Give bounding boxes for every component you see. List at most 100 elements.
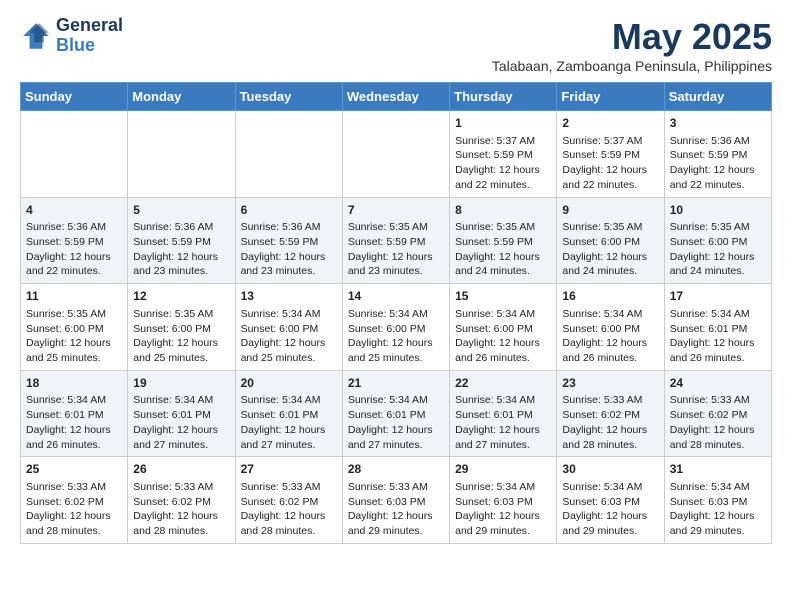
- cell-info: Sunset: 6:03 PM: [562, 495, 658, 510]
- day-number: 4: [26, 202, 122, 219]
- calendar-cell: 21Sunrise: 5:34 AMSunset: 6:01 PMDayligh…: [342, 370, 449, 457]
- cell-info: Sunset: 6:02 PM: [562, 408, 658, 423]
- cell-info: and 24 minutes.: [670, 264, 766, 279]
- day-number: 1: [455, 115, 551, 132]
- day-number: 13: [241, 288, 337, 305]
- calendar-cell: 24Sunrise: 5:33 AMSunset: 6:02 PMDayligh…: [664, 370, 771, 457]
- cell-info: Sunrise: 5:36 AM: [241, 220, 337, 235]
- day-number: 19: [133, 375, 229, 392]
- cell-info: Daylight: 12 hours: [455, 163, 551, 178]
- cell-info: Daylight: 12 hours: [133, 250, 229, 265]
- cell-info: Daylight: 12 hours: [455, 250, 551, 265]
- cell-info: Sunrise: 5:33 AM: [562, 393, 658, 408]
- cell-info: Sunset: 6:00 PM: [562, 235, 658, 250]
- column-header-monday: Monday: [128, 83, 235, 111]
- cell-info: and 24 minutes.: [455, 264, 551, 279]
- cell-info: Sunset: 6:03 PM: [348, 495, 444, 510]
- column-header-tuesday: Tuesday: [235, 83, 342, 111]
- week-row: 25Sunrise: 5:33 AMSunset: 6:02 PMDayligh…: [21, 457, 772, 544]
- cell-info: Sunset: 5:59 PM: [562, 148, 658, 163]
- week-row: 4Sunrise: 5:36 AMSunset: 5:59 PMDaylight…: [21, 197, 772, 284]
- cell-info: Sunset: 6:03 PM: [670, 495, 766, 510]
- cell-info: and 23 minutes.: [241, 264, 337, 279]
- week-row: 1Sunrise: 5:37 AMSunset: 5:59 PMDaylight…: [21, 111, 772, 198]
- day-number: 31: [670, 461, 766, 478]
- cell-info: Sunrise: 5:34 AM: [133, 393, 229, 408]
- cell-info: Daylight: 12 hours: [26, 250, 122, 265]
- cell-info: Daylight: 12 hours: [133, 423, 229, 438]
- cell-info: Sunrise: 5:37 AM: [562, 134, 658, 149]
- cell-info: Daylight: 12 hours: [26, 509, 122, 524]
- calendar-cell: 9Sunrise: 5:35 AMSunset: 6:00 PMDaylight…: [557, 197, 664, 284]
- week-row: 11Sunrise: 5:35 AMSunset: 6:00 PMDayligh…: [21, 284, 772, 371]
- cell-info: Daylight: 12 hours: [26, 423, 122, 438]
- cell-info: Sunrise: 5:35 AM: [133, 307, 229, 322]
- cell-info: Sunset: 5:59 PM: [670, 148, 766, 163]
- calendar-cell: 12Sunrise: 5:35 AMSunset: 6:00 PMDayligh…: [128, 284, 235, 371]
- day-number: 20: [241, 375, 337, 392]
- cell-info: Sunset: 6:03 PM: [455, 495, 551, 510]
- cell-info: and 29 minutes.: [455, 524, 551, 539]
- calendar-cell: 4Sunrise: 5:36 AMSunset: 5:59 PMDaylight…: [21, 197, 128, 284]
- cell-info: Sunrise: 5:34 AM: [670, 480, 766, 495]
- day-number: 26: [133, 461, 229, 478]
- cell-info: Sunset: 5:59 PM: [455, 235, 551, 250]
- cell-info: Sunset: 5:59 PM: [133, 235, 229, 250]
- cell-info: and 27 minutes.: [455, 438, 551, 453]
- calendar-cell: 11Sunrise: 5:35 AMSunset: 6:00 PMDayligh…: [21, 284, 128, 371]
- calendar-cell: 1Sunrise: 5:37 AMSunset: 5:59 PMDaylight…: [450, 111, 557, 198]
- cell-info: Daylight: 12 hours: [455, 509, 551, 524]
- cell-info: and 26 minutes.: [455, 351, 551, 366]
- cell-info: and 23 minutes.: [133, 264, 229, 279]
- cell-info: Daylight: 12 hours: [562, 509, 658, 524]
- day-number: 3: [670, 115, 766, 132]
- cell-info: Daylight: 12 hours: [241, 250, 337, 265]
- cell-info: Sunset: 6:01 PM: [455, 408, 551, 423]
- cell-info: Daylight: 12 hours: [670, 509, 766, 524]
- cell-info: Sunrise: 5:34 AM: [562, 307, 658, 322]
- day-number: 14: [348, 288, 444, 305]
- cell-info: Sunrise: 5:33 AM: [670, 393, 766, 408]
- column-header-thursday: Thursday: [450, 83, 557, 111]
- cell-info: Sunset: 6:00 PM: [670, 235, 766, 250]
- calendar-cell: [128, 111, 235, 198]
- cell-info: Daylight: 12 hours: [348, 509, 444, 524]
- calendar-cell: 28Sunrise: 5:33 AMSunset: 6:03 PMDayligh…: [342, 457, 449, 544]
- cell-info: Daylight: 12 hours: [562, 336, 658, 351]
- cell-info: and 26 minutes.: [670, 351, 766, 366]
- calendar-cell: 22Sunrise: 5:34 AMSunset: 6:01 PMDayligh…: [450, 370, 557, 457]
- cell-info: Sunrise: 5:34 AM: [348, 307, 444, 322]
- cell-info: and 25 minutes.: [348, 351, 444, 366]
- cell-info: Sunrise: 5:33 AM: [348, 480, 444, 495]
- column-header-friday: Friday: [557, 83, 664, 111]
- logo-text: General Blue: [56, 16, 123, 56]
- cell-info: Sunrise: 5:35 AM: [348, 220, 444, 235]
- cell-info: Daylight: 12 hours: [670, 336, 766, 351]
- day-number: 5: [133, 202, 229, 219]
- cell-info: Sunset: 6:00 PM: [348, 322, 444, 337]
- cell-info: Daylight: 12 hours: [455, 423, 551, 438]
- calendar-cell: 3 Sunrise: 5:36 AMSunset: 5:59 PMDaylight…: [664, 111, 771, 198]
- cell-info: Sunrise: 5:36 AM: [670, 134, 766, 149]
- calendar-cell: 2Sunrise: 5:37 AMSunset: 5:59 PMDaylight…: [557, 111, 664, 198]
- cell-info: and 28 minutes.: [670, 438, 766, 453]
- cell-info: Daylight: 12 hours: [670, 163, 766, 178]
- day-number: 29: [455, 461, 551, 478]
- day-number: 9: [562, 202, 658, 219]
- location: Talabaan, Zamboanga Peninsula, Philippin…: [492, 58, 772, 74]
- cell-info: Sunrise: 5:34 AM: [670, 307, 766, 322]
- cell-info: and 27 minutes.: [133, 438, 229, 453]
- day-number: 21: [348, 375, 444, 392]
- cell-info: Sunset: 6:00 PM: [455, 322, 551, 337]
- logo-icon: [20, 20, 52, 52]
- cell-info: Sunrise: 5:34 AM: [455, 480, 551, 495]
- day-number: 2: [562, 115, 658, 132]
- cell-info: Daylight: 12 hours: [241, 423, 337, 438]
- cell-info: Sunset: 5:59 PM: [348, 235, 444, 250]
- cell-info: Sunrise: 5:33 AM: [26, 480, 122, 495]
- cell-info: Sunset: 6:01 PM: [348, 408, 444, 423]
- day-number: 8: [455, 202, 551, 219]
- logo: General Blue: [20, 16, 123, 56]
- cell-info: and 29 minutes.: [562, 524, 658, 539]
- cell-info: and 22 minutes.: [562, 178, 658, 193]
